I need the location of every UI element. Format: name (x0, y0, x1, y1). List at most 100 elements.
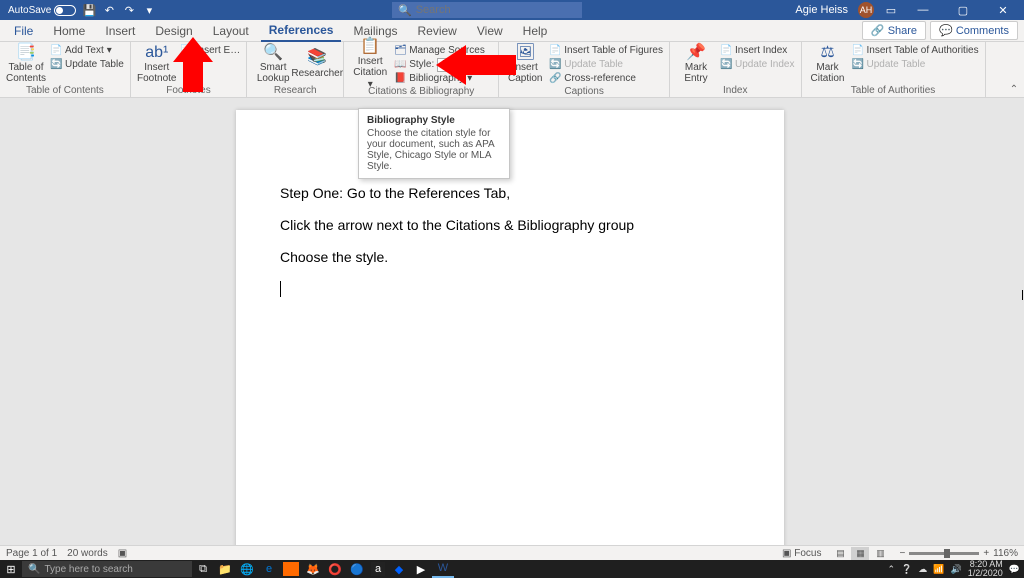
doc-p3: Choose the style. (280, 248, 740, 266)
update-tof-button: 🔄Update Table (549, 58, 663, 71)
style-label: Style: (409, 59, 434, 70)
word-taskbar-icon[interactable]: W (432, 560, 454, 578)
zoom-slider[interactable] (909, 552, 979, 555)
focus-mode[interactable]: ▣ Focus (782, 548, 821, 559)
insert-toa-button[interactable]: 📄Insert Table of Authorities (852, 44, 979, 57)
toggle-switch-icon (54, 5, 76, 16)
save-icon[interactable]: 💾 (82, 3, 96, 17)
doc-p1: Step One: Go to the References Tab, (280, 184, 740, 202)
page-indicator[interactable]: Page 1 of 1 (6, 548, 57, 559)
group-label-research: Research (253, 84, 337, 96)
task-view-icon[interactable]: ⧉ (192, 560, 214, 578)
maximize-button[interactable]: ▢ (948, 0, 978, 20)
mark-entry-icon: 📌 (686, 44, 706, 62)
chrome-icon[interactable]: ⭕ (324, 560, 346, 578)
doc-p2: Click the arrow next to the Citations & … (280, 216, 740, 234)
clock[interactable]: 8:20 AM 1/2/2020 (968, 560, 1003, 578)
zoom-control: − + 116% (899, 548, 1018, 559)
insert-index-button[interactable]: 📄Insert Index (720, 44, 795, 57)
table-of-contents-button[interactable]: 📑Table of Contents (6, 44, 46, 84)
insert-citation-button[interactable]: 📋Insert Citation ▾ (350, 44, 390, 84)
red-arrow-references (158, 37, 228, 107)
tab-insert[interactable]: Insert (97, 21, 143, 41)
search-box[interactable]: 🔍 (392, 2, 582, 18)
undo-icon[interactable]: ↶ (102, 3, 116, 17)
share-button[interactable]: 🔗 Share (862, 21, 926, 40)
close-button[interactable]: ✕ (988, 0, 1018, 20)
insert-table-figures-button[interactable]: 📄Insert Table of Figures (549, 44, 663, 57)
view-switcher: ▤ ▦ ▥ (831, 547, 889, 560)
tab-home[interactable]: Home (45, 21, 93, 41)
tab-help[interactable]: Help (515, 21, 556, 41)
tab-file[interactable]: File (6, 21, 41, 41)
user-avatar[interactable]: AH (858, 2, 874, 18)
windows-taskbar: ⊞ 🔍 Type here to search ⧉ 📁 🌐 e 🦊 ⭕ 🔵 a … (0, 560, 1024, 578)
status-bar: Page 1 of 1 20 words ▣ ▣ Focus ▤ ▦ ▥ − +… (0, 545, 1024, 560)
help-icon[interactable]: ❔ (901, 564, 912, 575)
document-page[interactable]: Step One: Go to the References Tab, Clic… (236, 110, 784, 545)
system-tray: ⌃ ❔ ☁ 📶 🔊 8:20 AM 1/2/2020 💬 (888, 560, 1024, 578)
word-count[interactable]: 20 words (67, 548, 108, 559)
ribbon-display-icon[interactable]: ▭ (884, 3, 898, 17)
ie-icon[interactable]: e (258, 560, 280, 578)
volume-icon[interactable]: 🔊 (951, 564, 962, 575)
search-icon: 🔍 (28, 564, 40, 575)
tooltip-body: Choose the citation style for your docum… (367, 128, 501, 172)
collapse-ribbon-button[interactable]: ⌃ (1004, 42, 1024, 97)
autosave-label: AutoSave (8, 5, 51, 16)
researcher-icon: 📚 (307, 49, 327, 67)
group-authorities: ⚖Mark Citation 📄Insert Table of Authorit… (802, 42, 986, 97)
tray-expand-icon[interactable]: ⌃ (888, 564, 896, 575)
taskbar-search[interactable]: 🔍 Type here to search (22, 561, 192, 577)
crossref-icon: 🔗 (549, 73, 561, 84)
redo-icon[interactable]: ↷ (122, 3, 136, 17)
mark-citation-icon: ⚖ (820, 44, 834, 62)
tab-review[interactable]: Review (410, 21, 465, 41)
comments-button[interactable]: 💬 Comments (930, 21, 1018, 40)
autosave-toggle[interactable]: AutoSave (8, 5, 76, 16)
smart-lookup-button[interactable]: 🔍Smart Lookup (253, 44, 293, 84)
add-text-icon: 📄 (50, 45, 62, 56)
start-button[interactable]: ⊞ (0, 560, 22, 578)
add-text-button[interactable]: 📄Add Text ▾ (50, 44, 124, 57)
group-label-index: Index (676, 84, 795, 96)
group-toc: 📑Table of Contents 📄Add Text ▾ 🔄Update T… (0, 42, 131, 97)
red-arrow-style-dropdown (436, 40, 526, 110)
group-label-toc: Table of Contents (6, 84, 124, 96)
app-icon-2[interactable]: 🔵 (346, 560, 368, 578)
firefox-icon[interactable]: 🦊 (302, 560, 324, 578)
minimize-button[interactable]: — (908, 0, 938, 20)
mark-entry-button[interactable]: 📌Mark Entry (676, 44, 716, 84)
researcher-button[interactable]: 📚Researcher (297, 44, 337, 84)
explorer-icon[interactable]: 📁 (214, 560, 236, 578)
mark-citation-button[interactable]: ⚖Mark Citation (808, 44, 848, 84)
search-input[interactable] (416, 4, 576, 16)
tab-references[interactable]: References (261, 20, 342, 42)
amazon-icon[interactable]: a (371, 562, 385, 576)
user-name: Agie Heiss (795, 4, 848, 16)
print-layout-icon[interactable]: ▦ (851, 547, 869, 560)
style-icon: 📖 (394, 59, 406, 70)
edge-icon[interactable]: 🌐 (236, 560, 258, 578)
web-layout-icon[interactable]: ▥ (871, 547, 889, 560)
cross-reference-button[interactable]: 🔗Cross-reference (549, 72, 663, 85)
zoom-out-button[interactable]: − (899, 548, 905, 559)
app-icon-1[interactable] (283, 562, 299, 576)
proofing-icon[interactable]: ▣ (118, 548, 127, 559)
read-mode-icon[interactable]: ▤ (831, 547, 849, 560)
update-table-button[interactable]: 🔄Update Table (50, 58, 124, 71)
app-icon-3[interactable]: ▶ (410, 560, 432, 578)
dropbox-icon[interactable]: ◆ (388, 560, 410, 578)
toc-icon: 📑 (16, 44, 36, 62)
tab-view[interactable]: View (469, 21, 511, 41)
zoom-in-button[interactable]: + (983, 548, 989, 559)
qat-more-icon[interactable]: ▾ (142, 3, 156, 17)
onedrive-icon[interactable]: ☁ (918, 564, 927, 575)
document-area: Step One: Go to the References Tab, Clic… (0, 98, 1024, 545)
zoom-level[interactable]: 116% (993, 548, 1018, 559)
update-toa-button: 🔄Update Table (852, 58, 979, 71)
group-index: 📌Mark Entry 📄Insert Index 🔄Update Index … (670, 42, 802, 97)
notifications-icon[interactable]: 💬 (1009, 564, 1020, 575)
wifi-icon[interactable]: 📶 (933, 564, 944, 575)
citation-icon: 📋 (360, 38, 380, 56)
